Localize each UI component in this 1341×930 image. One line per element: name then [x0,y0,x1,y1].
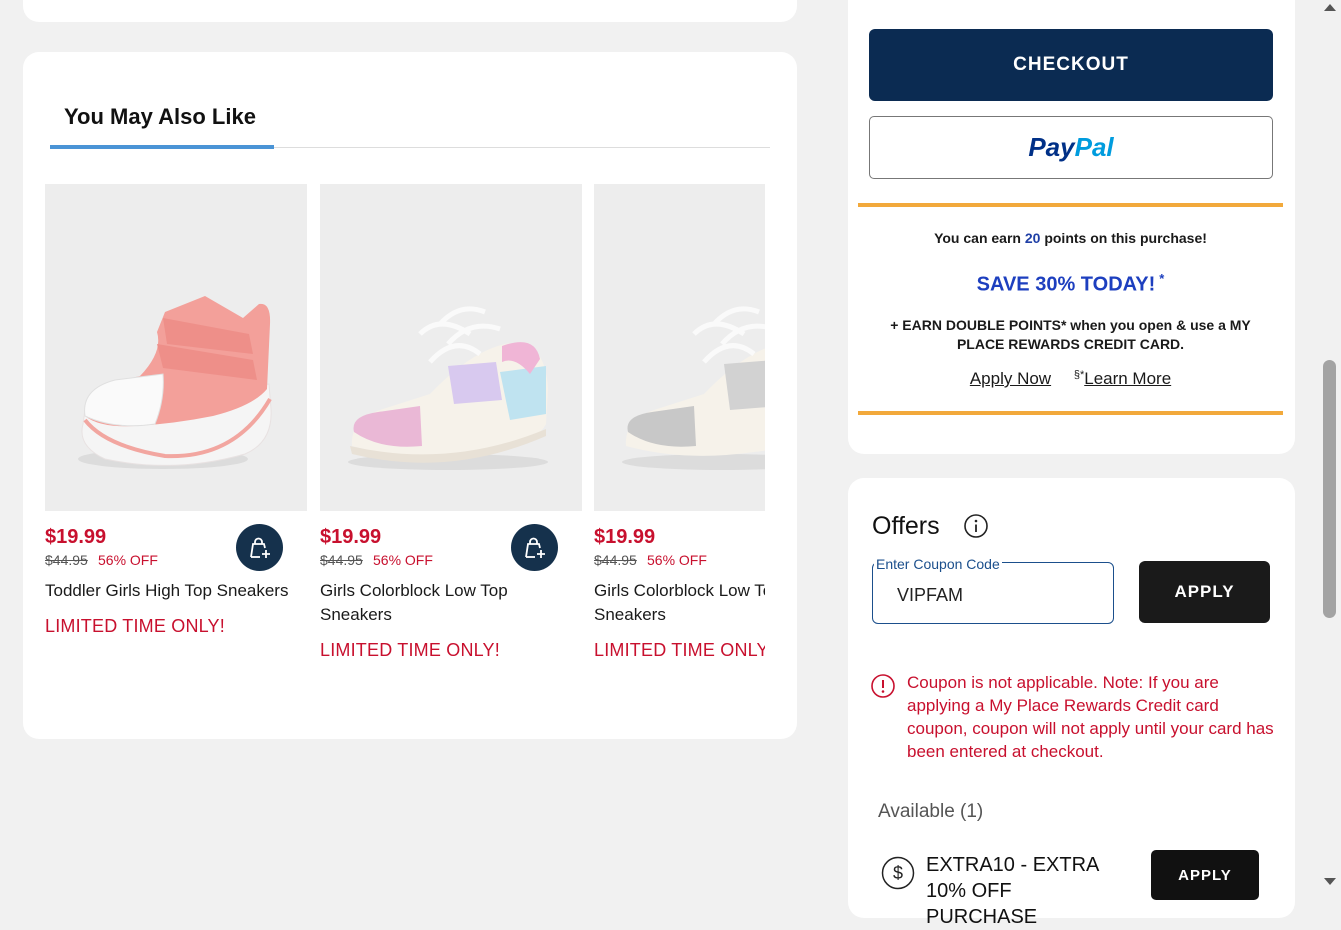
tab-divider [274,147,770,148]
coupon-field-label: Enter Coupon Code [874,556,1002,572]
product-promo: LIMITED TIME ONLY! [594,640,765,660]
product-promo: LIMITED TIME ONLY! [320,640,500,660]
offers-title: Offers [872,512,940,540]
product-promo: LIMITED TIME ONLY! [45,616,225,636]
active-tab-indicator [50,145,274,149]
apply-now-link[interactable]: Apply Now [970,369,1051,388]
info-icon[interactable] [964,514,988,538]
product-was-price: $44.95 [320,552,363,568]
product-carousel[interactable]: $19.99 $44.95 56% OFF Toddler Girls High… [45,184,765,704]
product-image[interactable] [594,184,765,511]
order-summary-card-top [23,0,797,22]
product-image[interactable] [320,184,582,511]
product-price: $19.99 [45,526,107,548]
points-value: 20 [1024,230,1041,246]
scroll-up-arrow-icon[interactable] [1324,4,1336,11]
add-to-bag-button[interactable] [511,524,558,571]
paypal-logo-pal: Pal [1074,132,1114,162]
save-headline: SAVE 30% TODAY! * [976,271,1165,296]
available-coupons-label: Available (1) [878,801,984,822]
section-mark: §* [1073,369,1085,381]
coupon-error-message: Coupon is not applicable. Note: If you a… [907,673,1274,761]
product-name[interactable]: Toddler Girls High Top Sneakers [45,579,307,603]
checkout-card: CHECKOUT Pay Pal You can earn 20 points o… [848,0,1295,454]
checkout-button[interactable]: CHECKOUT [869,29,1273,101]
bag-plus-icon [524,537,545,558]
earn-points-text: You can earn 20 points on this purchase! [934,230,1207,246]
product-image[interactable] [45,184,307,511]
paypal-logo-pay: Pay [1028,132,1075,162]
scrollbar-thumb[interactable] [1323,360,1336,618]
product-card[interactable]: $19.99 $44.95 56% OFF Girls Colorblock L… [594,184,765,660]
product-discount: 56% OFF [647,552,707,568]
product-card[interactable]: $19.99 $44.95 56% OFF Girls Colorblock L… [320,184,582,660]
learn-more-link[interactable]: Learn More [1084,369,1171,388]
recommendations-tabs: You May Also Like [50,80,770,150]
error-icon [871,674,895,698]
product-was-price: $44.95 [594,552,637,568]
add-to-bag-button[interactable] [236,524,283,571]
double-points-text: + EARN DOUBLE POINTS* when you open & us… [890,317,1251,352]
dollar-coin-icon: $ [881,856,915,890]
product-discount: 56% OFF [373,552,433,568]
offers-card: Offers Enter Coupon Code APPLY Coupon is… [848,478,1295,928]
product-name[interactable]: Girls Colorblock Low Top Sneakers [594,579,765,627]
bag-plus-icon [249,537,270,558]
available-coupon-name: EXTRA10 - EXTRA 10% OFF PURCHASE [926,854,1099,928]
product-name[interactable]: Girls Colorblock Low Top Sneakers [320,579,582,627]
product-was-price: $44.95 [45,552,88,568]
rewards-promo: You can earn 20 points on this purchase!… [858,203,1283,415]
apply-coupon-button[interactable]: APPLY [1139,561,1270,623]
svg-text:$: $ [893,863,903,883]
product-price: $19.99 [594,526,656,548]
coupon-input[interactable] [897,585,1097,606]
product-card[interactable]: $19.99 $44.95 56% OFF Toddler Girls High… [45,184,307,636]
recommendations-card: You May Also Like $19.99 $44.95 56% OFF [23,52,797,739]
page-scrollbar[interactable] [1318,0,1341,893]
product-discount: 56% OFF [98,552,158,568]
product-price: $19.99 [320,526,382,548]
scroll-down-arrow-icon[interactable] [1324,878,1336,885]
rewards-links: Apply Now §*Learn More [858,369,1283,389]
tab-you-may-also-like[interactable]: You May Also Like [64,104,256,130]
paypal-button[interactable]: Pay Pal [869,116,1273,179]
